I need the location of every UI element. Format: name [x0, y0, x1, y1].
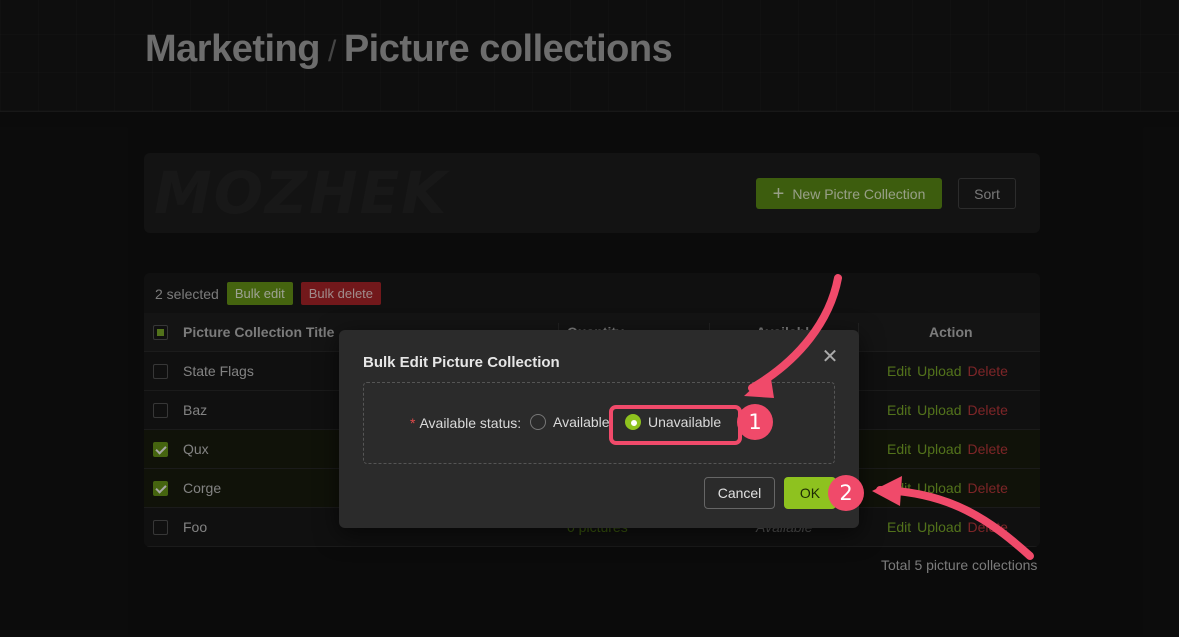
required-marker: *: [410, 415, 416, 431]
available-status-label: * Available status:: [410, 415, 522, 431]
cancel-button[interactable]: Cancel: [704, 477, 775, 509]
radio-available-label: Available: [553, 414, 610, 430]
radio-available[interactable]: Available: [530, 414, 610, 430]
bulk-edit-dialog: Bulk Edit Picture Collection ✕ * Availabl…: [339, 330, 859, 528]
modal-overlay[interactable]: [0, 0, 1179, 637]
radio-icon: [530, 414, 546, 430]
step-badge-2: 2: [828, 475, 864, 511]
highlight-box: [609, 405, 742, 445]
close-icon[interactable]: ✕: [821, 347, 839, 367]
dialog-title: Bulk Edit Picture Collection: [363, 354, 560, 371]
step-badge-1: 1: [737, 404, 773, 440]
